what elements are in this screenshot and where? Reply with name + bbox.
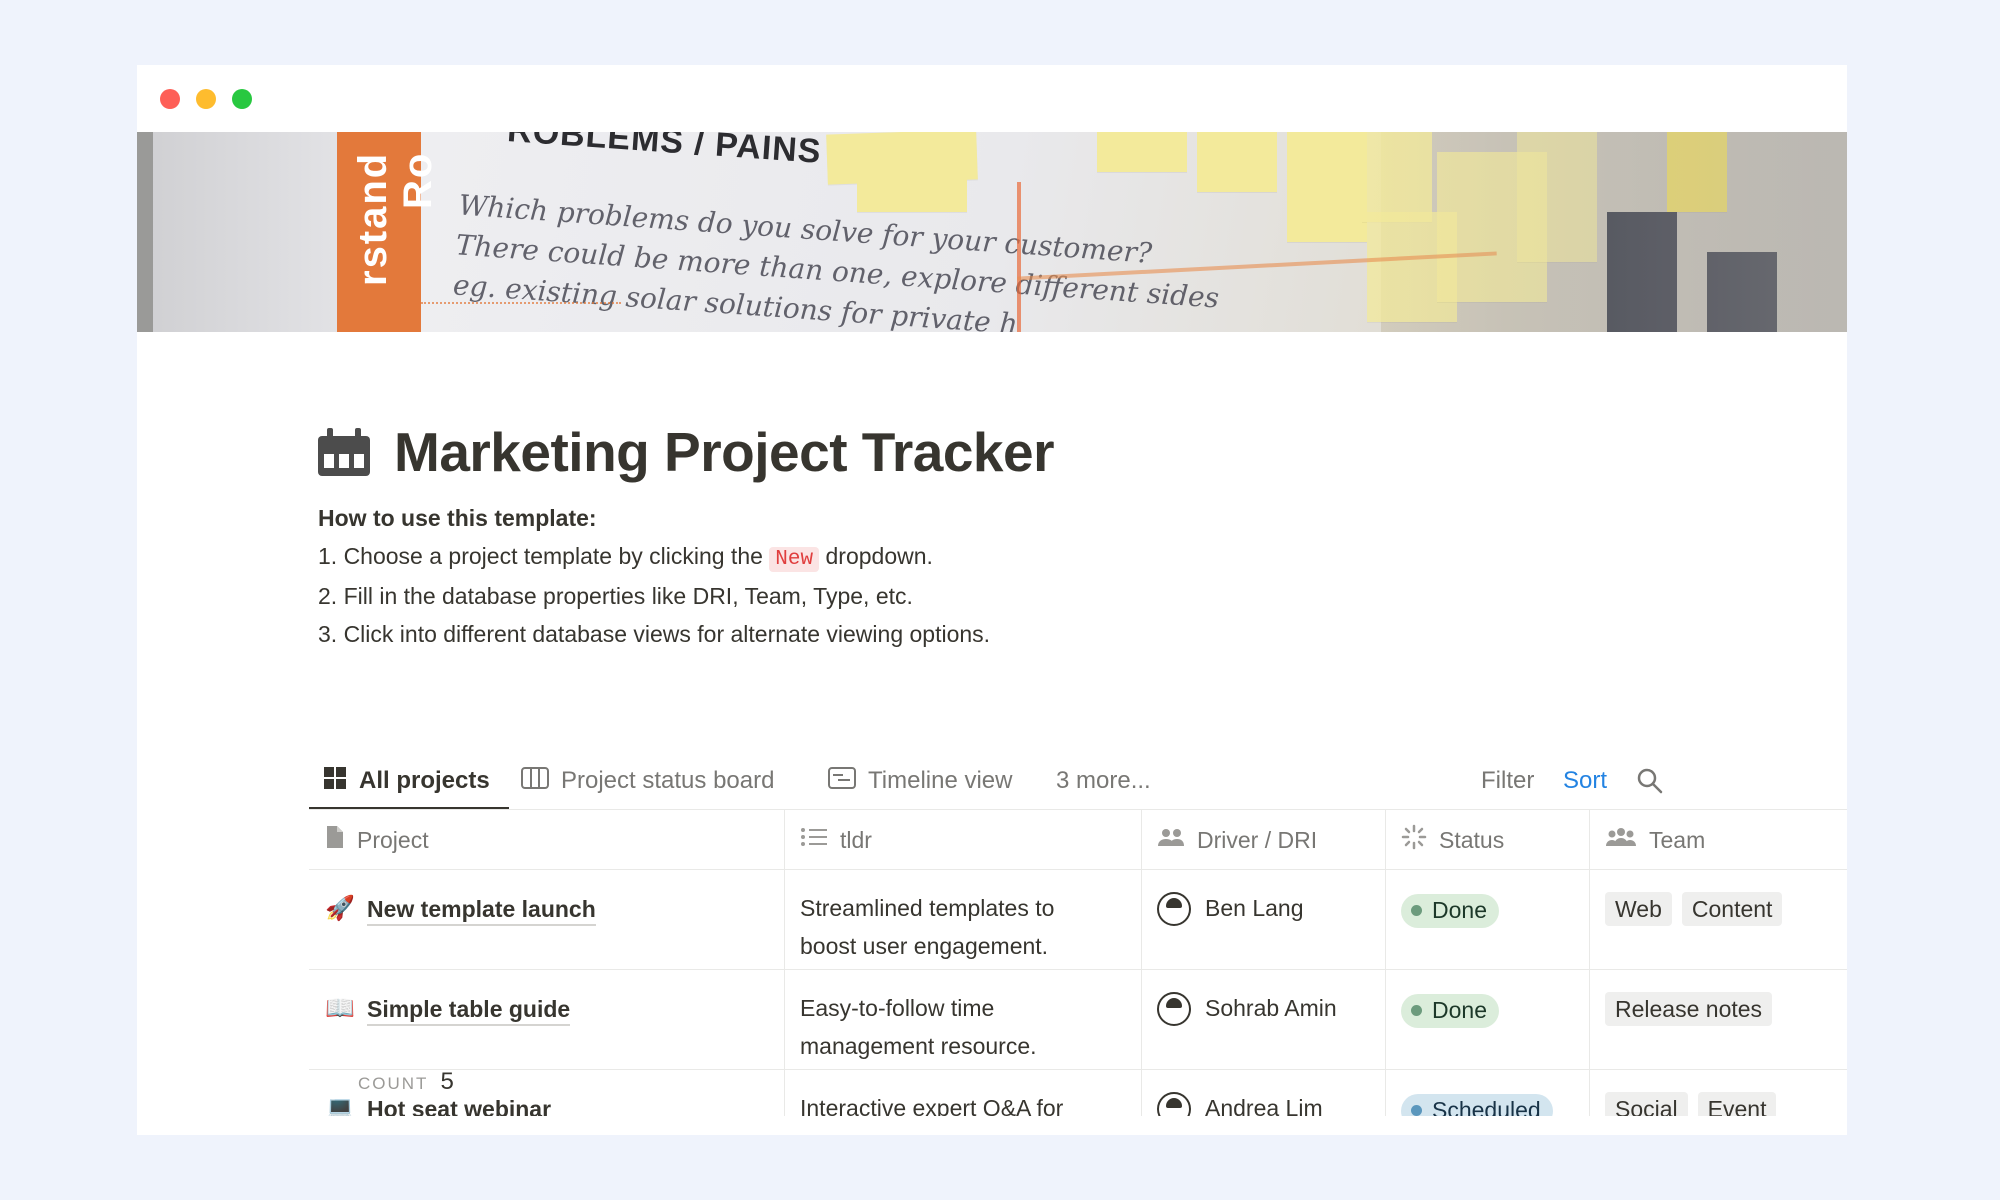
tab-project-status-board[interactable]: Project status board	[521, 753, 774, 809]
group-icon	[1605, 826, 1637, 854]
laptop-icon: 💻	[325, 1095, 355, 1116]
status-cell[interactable]: Done	[1401, 870, 1499, 928]
page-icon	[325, 825, 345, 855]
howto-step-2: 2. Fill in the database properties like …	[318, 583, 913, 609]
minimize-window-button[interactable]	[196, 89, 216, 109]
avatar	[1157, 991, 1191, 1026]
row-count: COUNT 5	[358, 1068, 454, 1096]
book-icon: 📖	[325, 995, 355, 1022]
avatar	[1157, 891, 1191, 926]
people-icon	[1157, 826, 1185, 854]
new-tag: New	[769, 546, 820, 572]
status-badge: Done	[1401, 893, 1499, 928]
sticky-note	[857, 142, 967, 212]
avatar	[1157, 1091, 1191, 1116]
team-tag: Release notes	[1605, 992, 1773, 1026]
driver-cell[interactable]: Sohrab Amin	[1157, 970, 1337, 1028]
cover-line	[1017, 182, 1021, 332]
board-icon	[521, 766, 549, 796]
sticky-note	[1287, 132, 1367, 242]
table-row[interactable]: 🚀 New template launch Streamlined templa…	[309, 870, 1847, 970]
close-window-button[interactable]	[160, 89, 180, 109]
howto-step-1: 1. Choose a project template by clicking…	[318, 542, 933, 572]
window-titlebar	[137, 65, 1847, 132]
page-title[interactable]: Marketing Project Tracker	[394, 420, 1055, 484]
team-tag: Social	[1605, 1092, 1688, 1116]
howto-step-3: 3. Click into different database views f…	[318, 620, 991, 647]
list-icon	[800, 826, 828, 854]
maximize-window-button[interactable]	[232, 89, 252, 109]
tab-all-projects[interactable]: All projects	[323, 753, 490, 809]
app-window: rstand Ro ROBLEMS / PAINS Which problems…	[137, 65, 1847, 1135]
calendar-icon[interactable]	[318, 428, 370, 476]
cover-blur	[1367, 132, 1847, 332]
grid-icon	[323, 766, 347, 797]
project-cell[interactable]: 📖 Simple table guide	[325, 970, 571, 1028]
howto-instructions: How to use this template: 1. Choose a pr…	[318, 500, 990, 653]
team-cell[interactable]: Release notes	[1605, 970, 1782, 1029]
cover-banner-text: rstand Ro	[351, 152, 440, 287]
status-cell[interactable]: Scheduled	[1401, 1070, 1553, 1116]
tldr-cell[interactable]: Streamlined templates to boost user enga…	[800, 870, 1054, 965]
team-cell[interactable]: Web Content	[1605, 870, 1792, 929]
project-name[interactable]: New template launch	[367, 894, 596, 926]
timeline-icon	[828, 766, 856, 796]
count-label: COUNT	[358, 1074, 429, 1093]
status-badge: Done	[1401, 993, 1499, 1028]
rocket-icon: 🚀	[325, 895, 355, 922]
cover-wall	[137, 132, 337, 332]
count-value: 5	[440, 1068, 454, 1095]
database-views-bar: All projects Project status board Timeli…	[309, 753, 1847, 810]
tldr-cell[interactable]: Easy-to-follow time management resource.	[800, 970, 1037, 1065]
project-name[interactable]: Hot seat webinar	[367, 1094, 551, 1116]
search-icon[interactable]	[1636, 767, 1664, 795]
column-header-tldr[interactable]: tldr	[784, 810, 872, 870]
table-row[interactable]: 📖 Simple table guide Easy-to-follow time…	[309, 970, 1847, 1070]
team-tag: Event	[1697, 1092, 1777, 1116]
cover-dotted-line	[421, 302, 621, 304]
project-cell[interactable]: 🚀 New template launch	[325, 870, 596, 928]
projects-table: Project tldr Driver / DRI Status Team 🚀 …	[309, 810, 1847, 1116]
table-row[interactable]: 💻 Hot seat webinar Interactive expert Q&…	[309, 1070, 1847, 1116]
column-header-driver[interactable]: Driver / DRI	[1141, 810, 1317, 870]
filter-button[interactable]: Filter	[1481, 753, 1534, 809]
table-header: Project tldr Driver / DRI Status Team	[309, 810, 1847, 870]
column-header-team[interactable]: Team	[1589, 810, 1705, 870]
tldr-cell[interactable]: Interactive expert Q&A for	[800, 1070, 1063, 1116]
sticky-note	[1097, 132, 1187, 172]
column-header-project[interactable]: Project	[309, 810, 429, 870]
sort-button[interactable]: Sort	[1563, 753, 1607, 809]
project-name[interactable]: Simple table guide	[367, 994, 571, 1026]
status-badge: Scheduled	[1401, 1093, 1553, 1116]
team-tag: Web	[1605, 892, 1672, 926]
tab-timeline-view[interactable]: Timeline view	[828, 753, 1012, 809]
driver-cell[interactable]: Ben Lang	[1157, 870, 1303, 928]
title-row: Marketing Project Tracker	[318, 420, 1055, 484]
loading-icon	[1401, 824, 1427, 856]
sticky-note	[1197, 132, 1277, 192]
howto-heading: How to use this template:	[318, 505, 597, 531]
column-header-status[interactable]: Status	[1385, 810, 1504, 870]
team-tag: Content	[1681, 892, 1783, 926]
status-cell[interactable]: Done	[1401, 970, 1499, 1028]
team-cell[interactable]: Social Event	[1605, 1070, 1786, 1116]
driver-cell[interactable]: Andrea Lim	[1157, 1070, 1323, 1116]
cover-frame	[137, 132, 153, 332]
page-cover-image: rstand Ro ROBLEMS / PAINS Which problems…	[137, 132, 1847, 332]
more-views-button[interactable]: 3 more...	[1056, 753, 1151, 809]
